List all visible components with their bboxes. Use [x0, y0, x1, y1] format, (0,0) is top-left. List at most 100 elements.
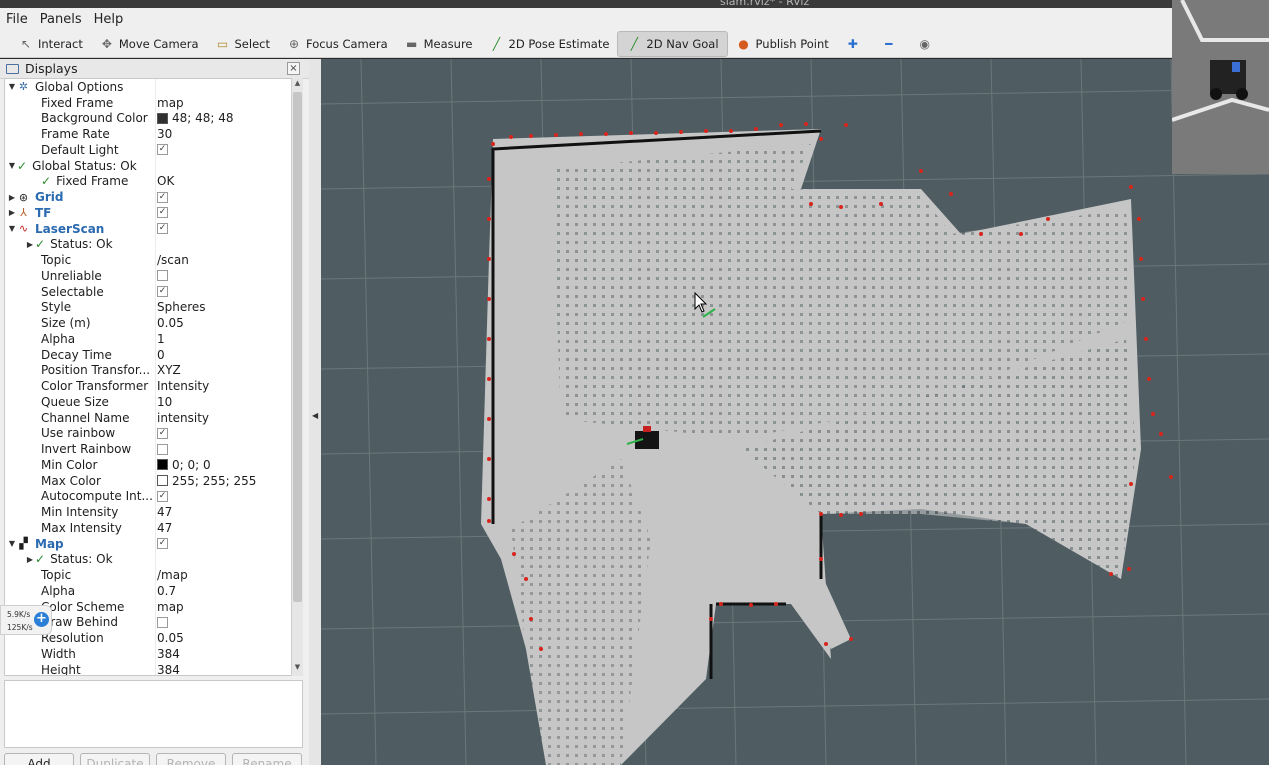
tree-row[interactable]: Width 384 [5, 646, 291, 662]
tree-row[interactable]: Size (m) 0.05 [5, 315, 291, 331]
tree-row[interactable]: Use rainbow ✓ [5, 426, 291, 442]
expand-arrow-icon[interactable]: ▼ [7, 224, 17, 233]
network-speed-widget[interactable]: 5.9K/s 125K/s + [0, 605, 52, 635]
tree-row[interactable]: ▶ ✓ Status: Ok [5, 237, 291, 253]
checkbox-unchecked[interactable] [157, 443, 168, 455]
duplicate-button[interactable]: Duplicate [80, 753, 150, 765]
expand-arrow-icon[interactable]: ▼ [7, 161, 17, 170]
tree-row[interactable]: Height 384 [5, 662, 291, 675]
checkbox-unchecked[interactable] [157, 270, 168, 282]
prop-value[interactable]: Spheres [157, 300, 206, 314]
remove-tool-button[interactable]: ━ [873, 31, 909, 57]
tree-row[interactable]: Max Color 255; 255; 255 [5, 473, 291, 489]
3d-viewport[interactable] [321, 59, 1269, 765]
checkbox-checked[interactable]: ✓ [157, 223, 168, 235]
tree-row[interactable]: Fixed Frame map [5, 95, 291, 111]
prop-value[interactable]: 0; 0; 0 [157, 458, 211, 472]
menu-help[interactable]: Help [94, 12, 124, 27]
prop-value[interactable]: 1 [157, 332, 165, 346]
collapse-left-icon[interactable]: ◀ [312, 411, 318, 420]
checkbox-checked[interactable]: ✓ [157, 538, 168, 550]
scroll-down-icon[interactable]: ▼ [292, 663, 303, 675]
prop-value[interactable]: 0.05 [157, 316, 184, 330]
tree-scrollbar[interactable]: ▲ ▼ [291, 78, 303, 676]
tree-row[interactable]: Frame Rate 30 [5, 126, 291, 142]
menu-file[interactable]: File [6, 12, 28, 27]
remove-button[interactable]: Remove [156, 753, 226, 765]
tool-select[interactable]: ▭ Select [207, 31, 278, 57]
checkbox-checked[interactable]: ✓ [157, 191, 168, 203]
tree-row[interactable]: ✓ Fixed Frame OK [5, 174, 291, 190]
prop-value[interactable]: 30 [157, 127, 172, 141]
tree-row[interactable]: Topic/map [5, 567, 291, 583]
panel-close-button[interactable]: × [287, 62, 300, 75]
prop-value[interactable]: intensity [157, 411, 209, 425]
prop-value[interactable]: XYZ [157, 363, 181, 377]
tree-row[interactable]: Style Spheres [5, 300, 291, 316]
tree-row-tf[interactable]: ▶ ⅄ TF ✓ [5, 205, 291, 221]
viewport-canvas[interactable] [321, 59, 1269, 765]
collapse-arrow-icon[interactable]: ▶ [25, 555, 35, 564]
prop-value[interactable]: 0.7 [157, 584, 176, 598]
prop-value[interactable]: 47 [157, 505, 172, 519]
prop-value[interactable]: Intensity [157, 379, 209, 393]
tree-row[interactable]: Position Transfor... XYZ [5, 363, 291, 379]
prop-value[interactable]: map [157, 96, 184, 110]
tool-publish-point[interactable]: ● Publish Point [728, 31, 837, 57]
tree-row-global-status[interactable]: ▼ ✓ Global Status: Ok [5, 158, 291, 174]
tree-row-grid[interactable]: ▶ ⊛ Grid ✓ [5, 189, 291, 205]
tree-row[interactable]: Autocompute Int... ✓ [5, 489, 291, 505]
tool-interact[interactable]: ↖ Interact [10, 31, 91, 57]
tree-row[interactable]: Color Transformer Intensity [5, 378, 291, 394]
displays-tree[interactable]: ▼ ✲ Global Options Fixed Frame map Backgrou… [4, 78, 292, 676]
tree-row[interactable]: Invert Rainbow [5, 441, 291, 457]
checkbox-checked[interactable]: ✓ [157, 207, 168, 219]
checkbox-checked[interactable]: ✓ [157, 490, 168, 502]
checkbox-checked[interactable]: ✓ [157, 286, 168, 298]
tool-2d-pose-estimate[interactable]: ╱ 2D Pose Estimate [481, 31, 618, 57]
tool-move-camera[interactable]: ✥ Move Camera [91, 31, 207, 57]
tree-row[interactable]: Min Color 0; 0; 0 [5, 457, 291, 473]
checkbox-checked[interactable]: ✓ [157, 144, 168, 156]
plus-icon[interactable]: + [34, 612, 49, 627]
tree-row[interactable]: Selectable ✓ [5, 284, 291, 300]
add-tool-button[interactable]: ✚ [837, 31, 873, 57]
rename-button[interactable]: Rename [232, 753, 302, 765]
prop-value[interactable]: /map [157, 568, 188, 582]
tree-row[interactable]: Unreliable [5, 268, 291, 284]
collapse-arrow-icon[interactable]: ▶ [7, 208, 17, 217]
tree-row[interactable]: Decay Time 0 [5, 347, 291, 363]
expand-arrow-icon[interactable]: ▼ [7, 82, 17, 91]
tree-row[interactable]: ▶ ✓ Status: Ok [5, 552, 291, 568]
collapse-arrow-icon[interactable]: ▶ [7, 193, 17, 202]
tree-row[interactable]: Queue Size 10 [5, 394, 291, 410]
checkbox-checked[interactable]: ✓ [157, 427, 168, 439]
tool-measure[interactable]: ▬ Measure [396, 31, 481, 57]
prop-value[interactable]: 48; 48; 48 [157, 111, 234, 125]
tree-row-global-options[interactable]: ▼ ✲ Global Options [5, 79, 291, 95]
tree-row-map[interactable]: ▼ ▞ Map ✓ [5, 536, 291, 552]
panel-splitter[interactable]: ◀ [309, 59, 321, 765]
prop-value[interactable]: 10 [157, 395, 172, 409]
menu-panels[interactable]: Panels [40, 12, 82, 27]
prop-value[interactable]: 47 [157, 521, 172, 535]
tree-row[interactable]: Alpha 0.7 [5, 583, 291, 599]
scroll-up-icon[interactable]: ▲ [292, 79, 303, 91]
tree-row[interactable]: Default Light ✓ [5, 142, 291, 158]
tree-row[interactable]: Alpha 1 [5, 331, 291, 347]
prop-value[interactable]: map [157, 600, 184, 614]
tool-focus-camera[interactable]: ⊕ Focus Camera [278, 31, 396, 57]
tree-row-laserscan[interactable]: ▼ ∿ LaserScan ✓ [5, 221, 291, 237]
prop-value[interactable]: 0 [157, 348, 165, 362]
tree-row[interactable]: Channel Name intensity [5, 410, 291, 426]
tool-2d-nav-goal[interactable]: ╱ 2D Nav Goal [617, 30, 728, 57]
tree-row[interactable]: Topic/scan [5, 252, 291, 268]
add-button[interactable]: Add [4, 753, 74, 765]
expand-arrow-icon[interactable]: ▼ [7, 539, 17, 548]
tree-row[interactable]: Background Color 48; 48; 48 [5, 111, 291, 127]
tree-row[interactable]: Min Intensity 47 [5, 504, 291, 520]
prop-value[interactable]: 255; 255; 255 [157, 474, 256, 488]
tree-row[interactable]: Max Intensity 47 [5, 520, 291, 536]
collapse-arrow-icon[interactable]: ▶ [25, 240, 35, 249]
prop-value[interactable]: /scan [157, 253, 189, 267]
